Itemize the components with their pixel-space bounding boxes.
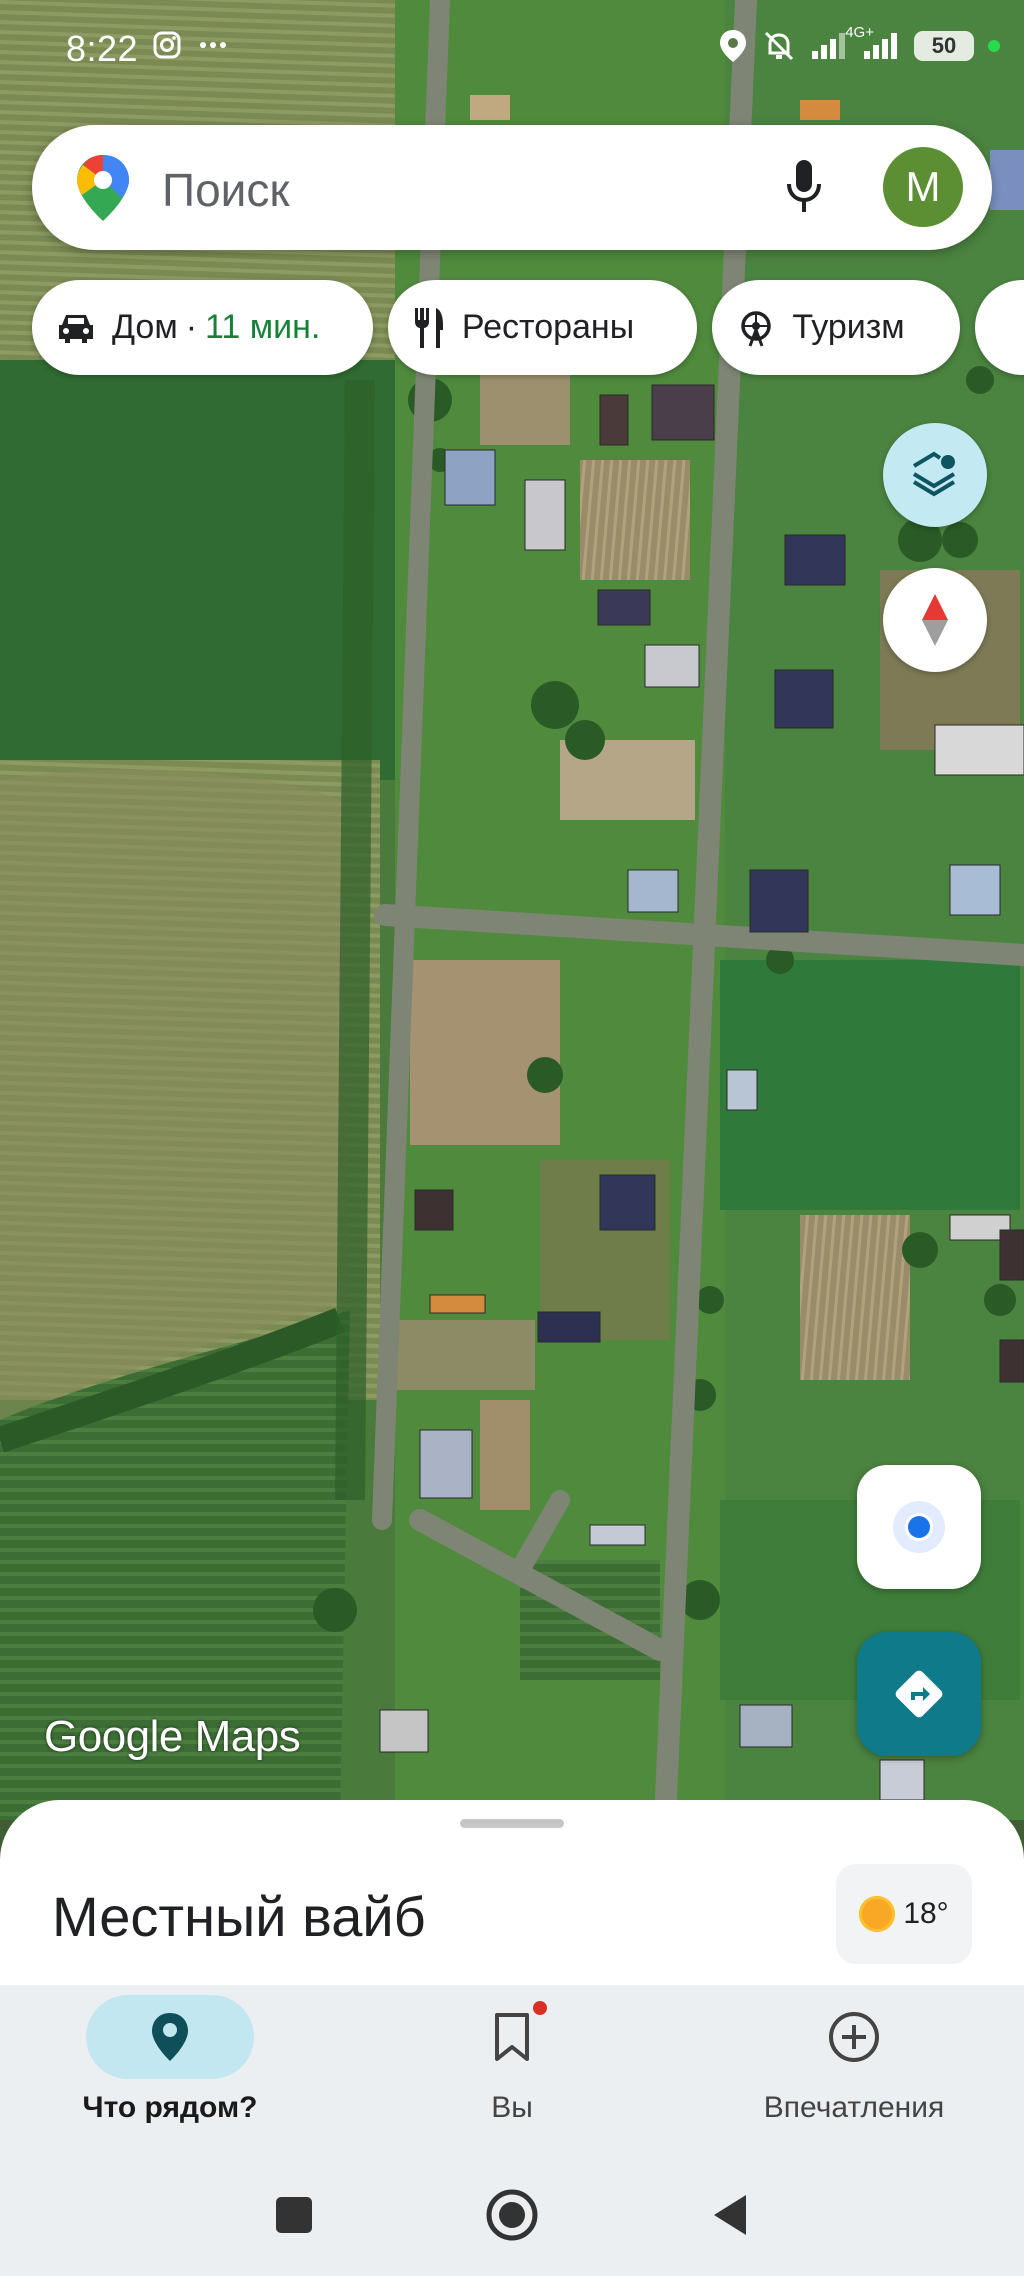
back-icon: [714, 2195, 746, 2235]
nav-contribute[interactable]: Впечатления: [704, 1995, 1004, 2145]
battery-icon: 50: [914, 31, 974, 61]
weather-chip[interactable]: 18°: [836, 1864, 972, 1964]
search-bar[interactable]: Поиск M: [32, 125, 992, 250]
nav-you-label: Вы: [491, 2091, 533, 2124]
home-button[interactable]: [482, 2185, 542, 2245]
restaurant-icon: [414, 307, 443, 348]
chip-home[interactable]: Дом · 11 мин.: [32, 280, 373, 375]
microphone-icon: [787, 160, 821, 212]
voice-search-button[interactable]: [772, 155, 836, 219]
location-pin-icon: [152, 2013, 188, 2061]
chip-more[interactable]: [974, 280, 1024, 375]
signal-icon: [864, 33, 897, 59]
bottom-sheet[interactable]: Местный вайб 18°: [0, 1800, 1024, 2010]
compass-button[interactable]: [883, 568, 987, 672]
quick-chips: Дом · 11 мин. Рестораны Туризм: [32, 280, 1024, 375]
nav-explore[interactable]: Что рядом?: [20, 1995, 320, 2145]
compass-icon: [922, 594, 948, 646]
notification-dot: [533, 2001, 547, 2015]
car-icon: [59, 314, 93, 343]
mute-icon: [764, 31, 794, 61]
bookmark-icon: [495, 2013, 529, 2061]
add-circle-icon: [829, 2012, 879, 2062]
recents-icon: [276, 2197, 312, 2233]
chip-home-separator: ·: [185, 308, 198, 346]
home-icon: [486, 2189, 538, 2241]
sun-icon: [859, 1896, 896, 1932]
instagram-icon: [153, 31, 181, 59]
search-input[interactable]: Поиск: [162, 163, 289, 217]
chip-tourism[interactable]: Туризм: [712, 280, 960, 375]
chip-restaurants-label: Рестораны: [461, 308, 635, 346]
account-avatar[interactable]: M: [883, 147, 963, 227]
sheet-drag-handle[interactable]: [460, 1819, 564, 1828]
more-dots-icon: [200, 42, 226, 48]
location-icon: [720, 30, 746, 62]
weather-temperature: 18°: [903, 1897, 949, 1930]
system-navigation-bar: [0, 2155, 1024, 2276]
chip-home-eta: 11 мин.: [205, 308, 321, 346]
status-time: 8:22: [66, 28, 139, 69]
nav-explore-label: Что рядом?: [82, 2091, 258, 2124]
my-location-button[interactable]: [857, 1465, 981, 1589]
ferris-wheel-icon: [741, 310, 772, 347]
nav-contribute-label: Впечатления: [763, 2091, 945, 2124]
sheet-title: Местный вайб: [52, 1885, 426, 1948]
map-watermark: Google Maps: [44, 1712, 301, 1761]
directions-icon: [895, 1670, 943, 1718]
chip-tourism-label: Туризм: [792, 308, 905, 346]
layers-button[interactable]: [883, 423, 987, 527]
nav-you[interactable]: Вы: [362, 1995, 662, 2145]
layers-icon: [912, 451, 956, 497]
recents-button[interactable]: [264, 2185, 324, 2245]
google-maps-logo-icon: [77, 155, 129, 221]
status-bar: 8:22 4G+ 50: [0, 0, 1024, 100]
chip-home-label: Дом: [112, 308, 178, 346]
bottom-navigation: Что рядом? Вы Впечатления: [0, 1985, 1024, 2155]
back-button[interactable]: [700, 2185, 760, 2245]
active-indicator-dot: [988, 40, 1000, 52]
chip-restaurants[interactable]: Рестораны: [387, 280, 698, 375]
signal-icon: [812, 33, 845, 59]
directions-button[interactable]: [857, 1632, 981, 1756]
my-location-icon: [893, 1501, 945, 1553]
